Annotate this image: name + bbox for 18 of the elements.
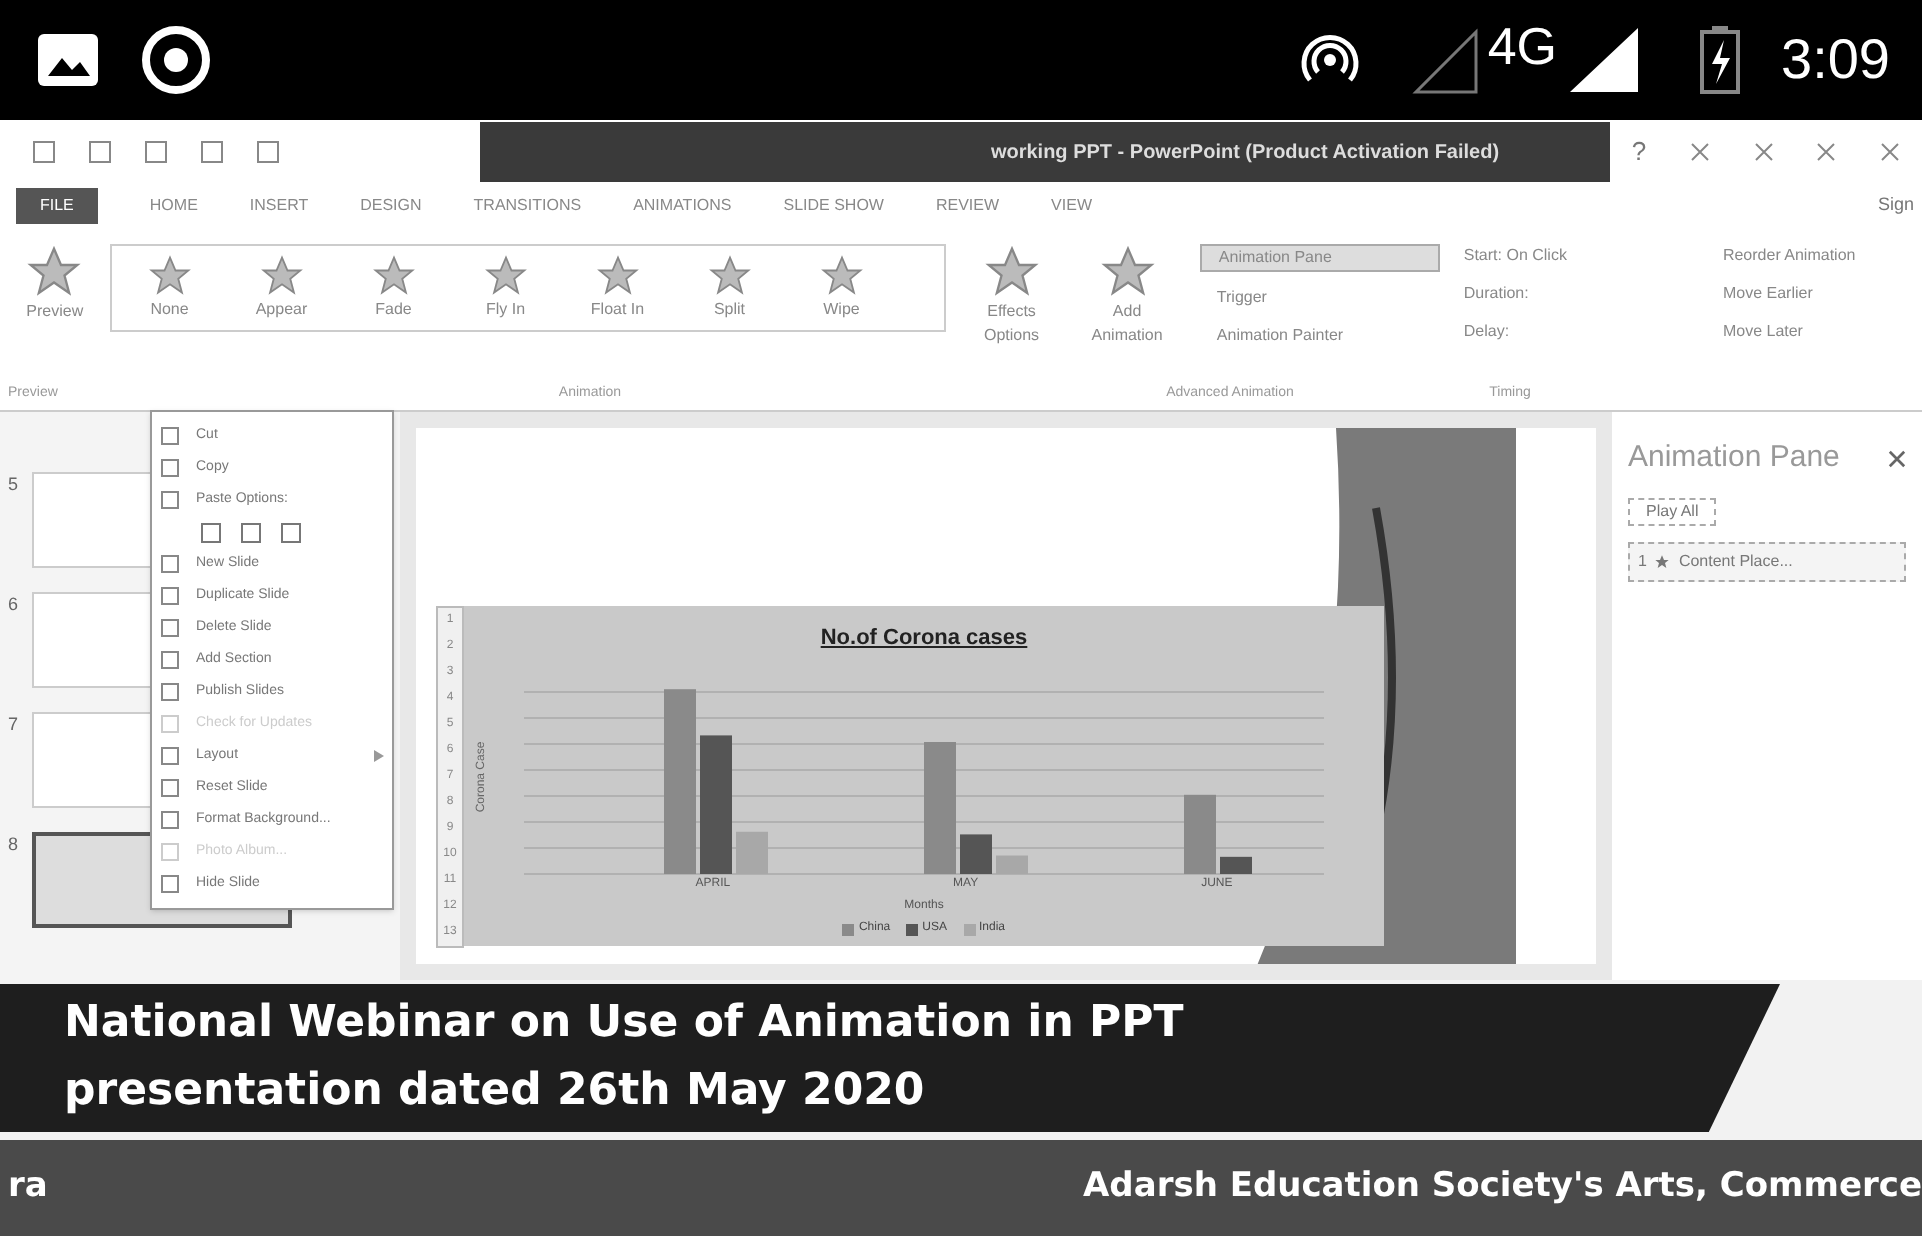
item-label: Content Place... — [1678, 549, 1793, 573]
caption-text: National Webinar on Use of Animation in PPT presentation dated 26th May 2020 — [64, 996, 1184, 1120]
timing-label: Start: On Click — [1463, 244, 1569, 268]
item-number: 1 — [1638, 549, 1647, 573]
ticker-text: Adarsh Education Society's Arts, Commerce — [1083, 1164, 1922, 1211]
group-heading: Reorder Animation — [1722, 244, 1858, 268]
network-type: 4G — [1487, 14, 1557, 80]
clock: 3:09 — [1781, 26, 1890, 94]
slide-number: 5 — [8, 472, 21, 498]
slide-number: 7 — [8, 712, 21, 738]
chart-title: No.of Corona cases — [820, 624, 1028, 654]
slide-number: 8 — [8, 832, 21, 858]
timing-label: Delay: — [1463, 320, 1512, 344]
ticker-text: ra — [8, 1164, 48, 1211]
slide-number: 6 — [8, 592, 21, 618]
pane-title: Animation Pane — [1628, 438, 1840, 478]
window-title: working PPT - PowerPoint (Product Activation Failed) — [990, 139, 1500, 167]
timing-label: Duration: — [1463, 282, 1531, 306]
